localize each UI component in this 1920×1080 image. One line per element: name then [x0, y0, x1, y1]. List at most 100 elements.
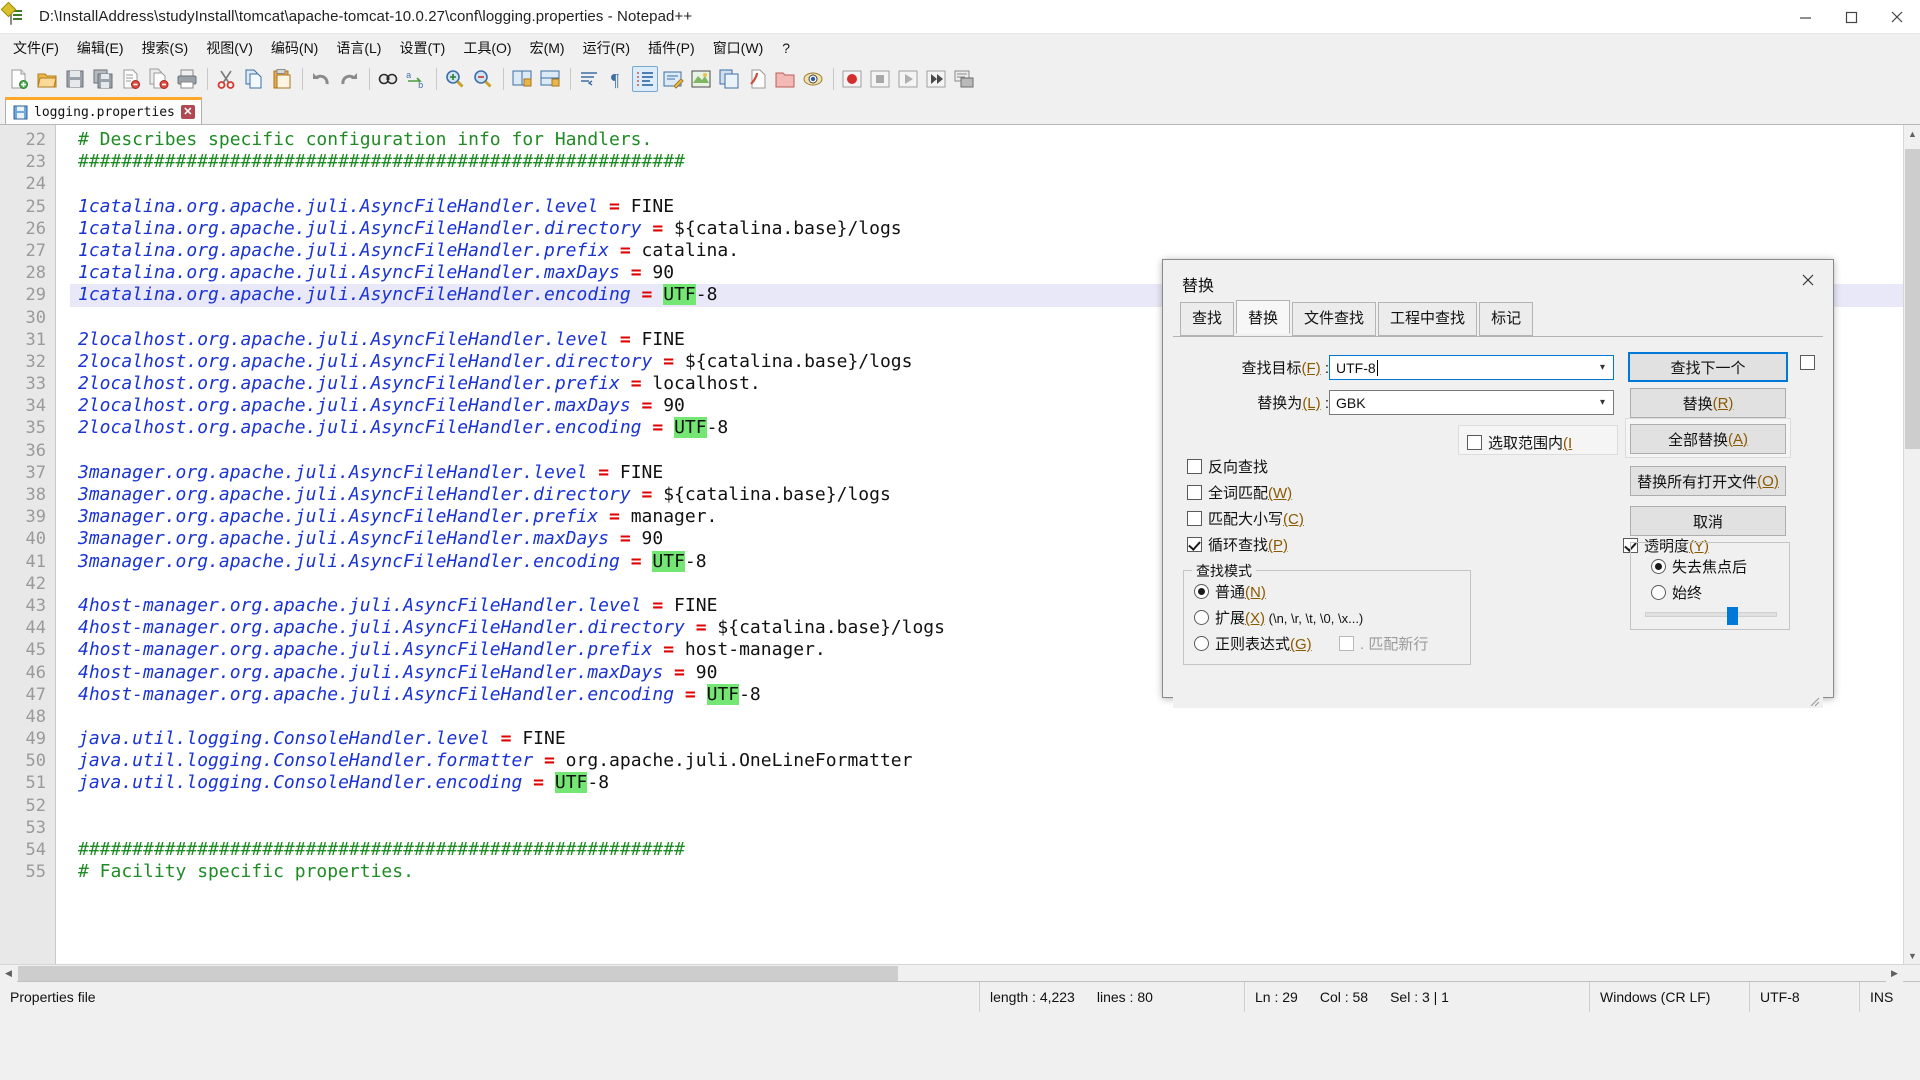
close-file-icon[interactable]	[118, 66, 144, 92]
sync-horizontal-icon[interactable]	[537, 66, 563, 92]
find-next-button[interactable]: 查找下一个	[1628, 352, 1788, 382]
search-mode-regex-radio[interactable]: 正则表达式(G)	[1194, 633, 1312, 654]
code-line[interactable]: ########################################…	[70, 151, 1920, 173]
document-list-icon[interactable]	[716, 66, 742, 92]
code-line[interactable]: 1catalina.org.apache.juli.AsyncFileHandl…	[70, 196, 1920, 218]
scroll-right-arrow[interactable]: ▶	[1886, 964, 1903, 982]
menu-macro[interactable]: 宏(M)	[521, 34, 574, 62]
horizontal-scrollbar[interactable]: ◀ ▶	[0, 964, 1920, 982]
vertical-scrollbar[interactable]: ▲ ▼	[1903, 125, 1920, 981]
wrap-around-checkbox[interactable]: 循环查找(P)	[1187, 534, 1288, 555]
wrap-around-box[interactable]	[1187, 537, 1202, 552]
menu-run[interactable]: 运行(R)	[574, 34, 639, 62]
tab-find[interactable]: 查找	[1180, 302, 1235, 336]
status-encoding[interactable]: UTF-8	[1750, 981, 1860, 1012]
minimize-button[interactable]	[1782, 0, 1828, 34]
close-button[interactable]	[1874, 0, 1920, 34]
monitoring-icon[interactable]	[800, 66, 826, 92]
whole-word-checkbox[interactable]: 全词匹配(W)	[1187, 482, 1292, 503]
menu-edit[interactable]: 编辑(E)	[68, 34, 133, 62]
vertical-scroll-thumb[interactable]	[1905, 149, 1920, 449]
play-macro-icon[interactable]	[895, 66, 921, 92]
code-line[interactable]: java.util.logging.ConsoleHandler.encodin…	[70, 772, 1920, 794]
sync-vertical-icon[interactable]	[509, 66, 535, 92]
code-line[interactable]	[70, 173, 1920, 195]
document-map-icon[interactable]	[688, 66, 714, 92]
zoom-out-icon[interactable]	[470, 66, 496, 92]
maximize-button[interactable]	[1828, 0, 1874, 34]
search-mode-normal-radio[interactable]: 普通(N)	[1194, 581, 1266, 602]
transparency-on-losing-focus-radio[interactable]: 失去焦点后	[1651, 556, 1747, 577]
show-all-chars-icon[interactable]: ¶	[604, 66, 630, 92]
save-all-icon[interactable]	[90, 66, 116, 92]
find-what-input[interactable]: UTF-8 ▾	[1329, 355, 1614, 380]
losing-focus-radio-dot[interactable]	[1651, 559, 1666, 574]
word-wrap-icon[interactable]	[576, 66, 602, 92]
play-multiple-macro-icon[interactable]	[923, 66, 949, 92]
cut-icon[interactable]	[213, 66, 239, 92]
redo-icon[interactable]	[336, 66, 362, 92]
tab-logging-properties[interactable]: logging.properties ✕	[5, 97, 202, 124]
menu-window[interactable]: 窗口(W)	[704, 34, 773, 62]
save-icon[interactable]	[62, 66, 88, 92]
zoom-in-icon[interactable]	[442, 66, 468, 92]
code-line[interactable]	[70, 795, 1920, 817]
match-case-checkbox[interactable]: 匹配大小写(C)	[1187, 508, 1304, 529]
find-icon[interactable]	[375, 66, 401, 92]
open-file-icon[interactable]	[34, 66, 60, 92]
chevron-down-icon[interactable]: ▾	[1592, 391, 1613, 414]
scroll-down-arrow[interactable]: ▼	[1904, 947, 1920, 964]
function-list-icon[interactable]	[744, 66, 770, 92]
in-selection-box[interactable]	[1467, 435, 1482, 450]
tab-find-in-projects[interactable]: 工程中查找	[1378, 302, 1478, 336]
menu-encoding[interactable]: 编码(N)	[262, 34, 327, 62]
new-file-icon[interactable]	[6, 66, 32, 92]
transparency-always-radio[interactable]: 始终	[1651, 582, 1702, 603]
extended-radio-dot[interactable]	[1194, 610, 1209, 625]
find-next-extra-checkbox[interactable]	[1800, 355, 1815, 370]
status-insert-mode[interactable]: INS	[1860, 982, 1920, 1012]
scroll-left-arrow[interactable]: ◀	[0, 964, 17, 982]
replace-all-open-files-button[interactable]: 替换所有打开文件 (O)	[1630, 466, 1786, 496]
tab-replace[interactable]: 替换	[1236, 300, 1291, 334]
tab-find-in-files[interactable]: 文件查找	[1292, 302, 1377, 336]
in-selection-checkbox[interactable]: 选取范围内(I	[1459, 426, 1617, 453]
code-line[interactable]	[70, 706, 1920, 728]
code-line[interactable]	[70, 817, 1920, 839]
menu-search[interactable]: 搜索(S)	[133, 34, 198, 62]
menu-settings[interactable]: 设置(T)	[390, 34, 454, 62]
replace-icon[interactable]: ab	[403, 66, 429, 92]
menu-language[interactable]: 语言(L)	[327, 34, 390, 62]
dot-matches-newline-checkbox[interactable]: . 匹配新行	[1339, 633, 1428, 654]
menu-help[interactable]: ?	[772, 36, 800, 60]
code-line[interactable]: java.util.logging.ConsoleHandler.level =…	[70, 728, 1920, 750]
indent-guide-icon[interactable]	[632, 65, 658, 92]
transparency-slider-knob[interactable]	[1726, 607, 1738, 625]
normal-radio-dot[interactable]	[1194, 584, 1209, 599]
tab-mark[interactable]: 标记	[1479, 302, 1534, 336]
code-line[interactable]: # Facility specific properties.	[70, 861, 1920, 883]
menu-plugins[interactable]: 插件(P)	[639, 34, 704, 62]
stop-macro-icon[interactable]	[867, 66, 893, 92]
paste-icon[interactable]	[269, 66, 295, 92]
backward-direction-box[interactable]	[1187, 459, 1202, 474]
replace-all-button[interactable]: 全部替换 (A)	[1630, 424, 1786, 454]
user-defined-language-icon[interactable]	[660, 66, 686, 92]
transparency-slider[interactable]	[1645, 607, 1777, 625]
menu-view[interactable]: 视图(V)	[197, 34, 262, 62]
undo-icon[interactable]	[308, 66, 334, 92]
code-line[interactable]: # Describes specific configuration info …	[70, 129, 1920, 151]
backward-direction-checkbox[interactable]: 反向查找	[1187, 456, 1268, 477]
close-all-icon[interactable]	[146, 66, 172, 92]
dialog-resize-grip[interactable]	[1808, 694, 1820, 707]
search-mode-extended-radio[interactable]: 扩展(X) (\n, \r, \t, \0, \x...)	[1194, 607, 1363, 628]
fold-margin[interactable]	[56, 125, 70, 981]
regex-radio-dot[interactable]	[1194, 636, 1209, 651]
print-icon[interactable]	[174, 66, 200, 92]
folder-as-workspace-icon[interactable]	[772, 66, 798, 92]
code-line[interactable]: ########################################…	[70, 839, 1920, 861]
dot-matches-newline-box[interactable]	[1339, 636, 1354, 651]
match-case-box[interactable]	[1187, 511, 1202, 526]
replace-button[interactable]: 替换 (R)	[1630, 388, 1786, 418]
menu-tools[interactable]: 工具(O)	[454, 34, 520, 62]
